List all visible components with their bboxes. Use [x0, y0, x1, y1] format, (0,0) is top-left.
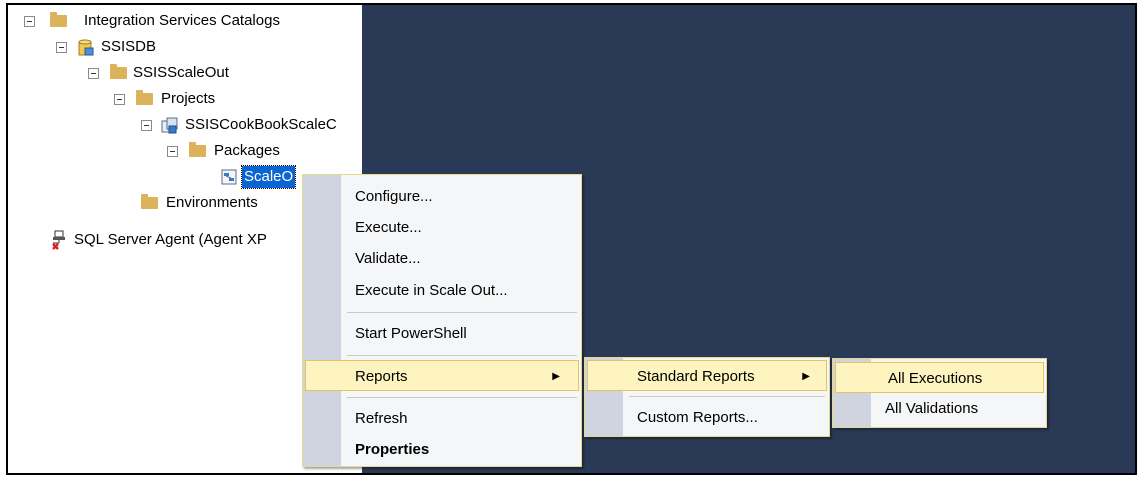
menu-item-standard-reports[interactable]: Standard Reports ▶ — [587, 360, 827, 391]
folder-icon — [189, 142, 206, 157]
menu-item-label: Reports — [355, 368, 408, 385]
menu-item-label: All Executions — [888, 370, 983, 387]
tree-item-label: Integration Services Catalogs — [84, 12, 280, 29]
tree-item-label: SQL Server Agent (Agent XP — [74, 231, 267, 248]
menu-item-label: Execute in Scale Out... — [355, 282, 508, 299]
collapse-toggle[interactable] — [88, 68, 99, 79]
menu-item-execute-in-scale-out[interactable]: Execute in Scale Out... — [303, 275, 581, 306]
folder-icon — [136, 90, 153, 105]
menu-item-execute[interactable]: Execute... — [303, 212, 581, 243]
menu-item-reports[interactable]: Reports ▶ — [305, 360, 579, 391]
menu-item-all-executions[interactable]: All Executions — [835, 362, 1044, 393]
menu-separator — [629, 396, 825, 397]
menu-item-label: Configure... — [355, 188, 433, 205]
standard-reports-submenu: All Executions All Validations — [832, 358, 1047, 428]
menu-item-configure[interactable]: Configure... — [303, 181, 581, 212]
menu-item-label: Execute... — [355, 219, 422, 236]
collapse-toggle[interactable] — [114, 94, 125, 105]
menu-item-refresh[interactable]: Refresh — [303, 403, 581, 434]
menu-separator — [347, 312, 577, 313]
menu-item-label: Custom Reports... — [637, 409, 758, 426]
menu-item-label: All Validations — [885, 400, 979, 417]
tree-item-label: Projects — [161, 90, 216, 107]
menu-item-start-powershell[interactable]: Start PowerShell — [303, 318, 581, 349]
folder-icon — [110, 64, 127, 79]
menu-item-validate[interactable]: Validate... — [303, 243, 581, 274]
menu-item-label: Validate... — [355, 250, 421, 267]
project-icon — [161, 117, 178, 134]
tree-item-label: Environments — [166, 194, 258, 211]
menu-separator — [347, 397, 577, 398]
menu-item-label: Start PowerShell — [355, 325, 467, 342]
collapse-toggle[interactable] — [24, 16, 35, 27]
reports-submenu: Standard Reports ▶ Custom Reports... — [584, 357, 830, 437]
menu-item-all-validations[interactable]: All Validations — [833, 393, 1046, 424]
tree-item-label: SSISScaleOut — [133, 64, 229, 81]
menu-item-custom-reports[interactable]: Custom Reports... — [585, 402, 829, 433]
folder-icon — [141, 194, 158, 209]
submenu-arrow-icon: ▶ — [552, 371, 560, 382]
collapse-toggle[interactable] — [167, 146, 178, 157]
package-icon — [221, 169, 237, 185]
database-icon — [78, 39, 94, 56]
tree-item-label: ScaleO — [240, 165, 297, 189]
submenu-arrow-icon: ▶ — [802, 371, 810, 382]
menu-separator — [347, 355, 577, 356]
menu-item-label: Refresh — [355, 410, 408, 427]
collapse-toggle[interactable] — [56, 42, 67, 53]
context-menu: Configure... Execute... Validate... Exec… — [302, 174, 582, 467]
tree-item-label: SSISDB — [101, 38, 157, 55]
tree-item-label: Packages — [214, 142, 280, 159]
tree-item-label: SSISCookBookScaleC — [185, 116, 337, 133]
folder-icon — [50, 12, 67, 27]
menu-item-label: Properties — [355, 441, 430, 458]
menu-item-label: Standard Reports — [637, 368, 755, 385]
screenshot-frame: Integration Services Catalogs SSISDB SSI… — [6, 3, 1137, 475]
agent-disabled-icon — [50, 230, 68, 250]
menu-item-properties[interactable]: Properties — [303, 434, 581, 465]
collapse-toggle[interactable] — [141, 120, 152, 131]
